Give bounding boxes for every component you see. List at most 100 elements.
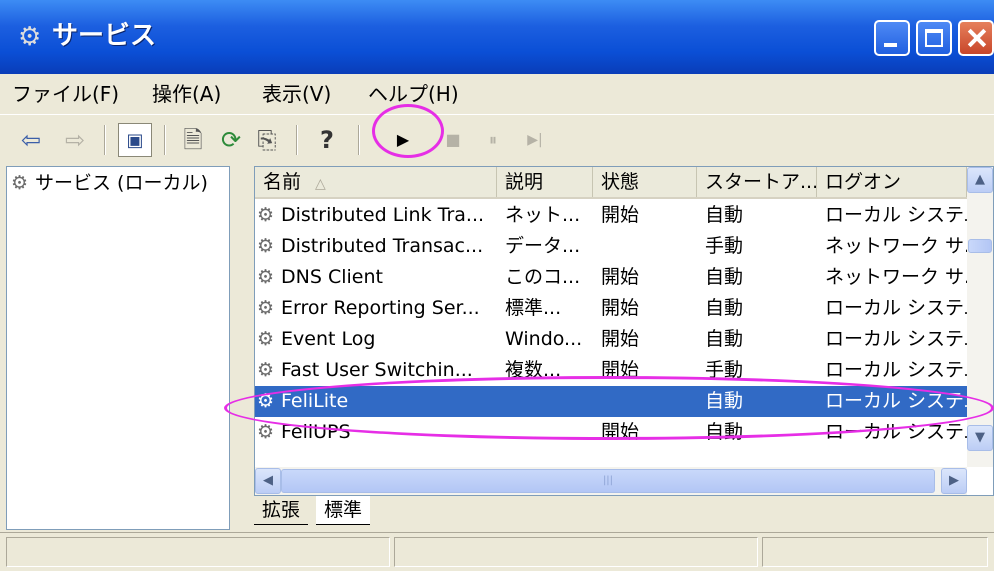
service-name: Distributed Link Tra... [281, 204, 485, 226]
service-row[interactable]: ⚙ Distributed Link Tra... ネット... 開始 自動 ローカル シ… [255, 200, 967, 231]
tree-item-label: サービス (ローカル) [35, 172, 208, 194]
service-startup-cell: 自動 [705, 421, 744, 443]
horizontal-scroll-thumb[interactable]: ||| [281, 469, 935, 493]
service-name: FeliLite [281, 390, 349, 412]
status-bar [0, 532, 994, 571]
services-window: ⚙ サービス ファイル(F) 操作(A) 表示(V) ヘルプ(H) ⇦ ⇨ ▣ … [0, 0, 994, 571]
service-row[interactable]: ⚙ FeliUPS 開始 自動 ローカル システム [255, 417, 967, 448]
column-header-startup-type[interactable]: スタートア... [697, 167, 817, 197]
horizontal-scrollbar[interactable]: ◀ ||| ▶ [255, 467, 967, 495]
service-name-cell: ⚙ FeliUPS [255, 417, 497, 448]
tab-standard[interactable]: 標準 [316, 496, 371, 525]
service-gear-icon: ⚙ [257, 235, 275, 257]
menu-view[interactable]: 表示(V) [262, 82, 331, 106]
vertical-scroll-thumb[interactable] [968, 239, 992, 253]
service-name-cell: ⚙ DNS Client [255, 262, 497, 293]
service-logon-cell: ネットワーク サ... [825, 266, 967, 288]
service-status-cell: 開始 [601, 266, 640, 288]
services-list: 名前 △ 説明 状態 スタートア... ログオン ⚙ Distributed Lin… [254, 166, 994, 496]
toolbar-separator [358, 125, 360, 155]
start-service-icon[interactable]: ▶ [386, 123, 420, 157]
menu-file[interactable]: ファイル(F) [12, 82, 119, 106]
services-gear-icon: ⚙ [18, 22, 42, 52]
service-status-cell: 開始 [601, 328, 640, 350]
service-status-cell: 開始 [601, 204, 640, 226]
menu-bar: ファイル(F) 操作(A) 表示(V) ヘルプ(H) [0, 74, 994, 114]
tab-extended[interactable]: 拡張 [254, 496, 309, 525]
service-name: FeliUPS [281, 421, 351, 443]
service-gear-icon: ⚙ [257, 204, 275, 226]
service-startup-cell: 手動 [705, 235, 744, 257]
list-header: 名前 △ 説明 状態 スタートア... ログオン [255, 167, 993, 199]
service-name-cell: ⚙ Fast User Switchin... [255, 355, 497, 386]
menu-action[interactable]: 操作(A) [152, 82, 221, 106]
column-header-description[interactable]: 説明 [497, 167, 593, 197]
title-bar[interactable]: ⚙ サービス [0, 0, 994, 74]
service-row[interactable]: ⚙ Fast User Switchin... 複数... 開始 手動 ローカル システム [255, 355, 967, 386]
service-startup-cell: 自動 [705, 328, 744, 350]
service-name-cell: ⚙ Error Reporting Ser... [255, 293, 497, 324]
column-header-status[interactable]: 状態 [593, 167, 697, 197]
service-row[interactable]: ⚙ Distributed Transac... データ... 手動 ネットワーク サ.… [255, 231, 967, 262]
service-logon-cell: ローカル システム [825, 328, 967, 350]
service-desc-cell: 複数... [505, 359, 562, 381]
service-row[interactable]: ⚙ Event Log Windo... 開始 自動 ローカル システム [255, 324, 967, 355]
service-desc-cell: データ... [505, 235, 581, 257]
stop-service-icon[interactable]: ■ [436, 123, 470, 157]
service-name-cell: ⚙ Distributed Transac... [255, 231, 497, 262]
service-name: Fast User Switchin... [281, 359, 473, 381]
back-arrow-icon[interactable]: ⇦ [14, 123, 48, 157]
toolbar-separator [296, 125, 298, 155]
menu-help[interactable]: ヘルプ(H) [368, 82, 459, 106]
service-name: DNS Client [281, 266, 383, 288]
restart-service-icon[interactable]: ▶| [518, 123, 552, 157]
tree-pane: ⚙ サービス (ローカル) [6, 166, 230, 530]
service-logon-cell: ネットワーク サ... [825, 235, 967, 257]
view-tabs: 拡張 標準 [254, 496, 654, 526]
sort-ascending-icon: △ [315, 176, 326, 192]
service-status-cell: 開始 [601, 359, 640, 381]
scroll-down-icon[interactable]: ▼ [967, 425, 993, 451]
toolbar: ⇦ ⇨ ▣ 🗎 ⟳ ⎘ ? ▶ ■ ⏸ ▶| [0, 114, 994, 164]
service-desc-cell: このコ... [505, 266, 581, 288]
toolbar-separator [164, 125, 166, 155]
service-name: Error Reporting Ser... [281, 297, 480, 319]
service-row[interactable]: ⚙ DNS Client このコ... 開始 自動 ネットワーク サ... [255, 262, 967, 293]
service-gear-icon: ⚙ [257, 390, 275, 412]
scroll-up-icon[interactable]: ▲ [967, 167, 993, 193]
close-button[interactable] [958, 20, 994, 56]
service-row[interactable]: ⚙ Error Reporting Ser... 標準... 開始 自動 ローカル システ… [255, 293, 967, 324]
minimize-button[interactable] [874, 20, 910, 56]
service-logon-cell: ローカル システム [825, 421, 967, 443]
export-list-icon[interactable]: ⎘ [250, 123, 284, 157]
service-name: Distributed Transac... [281, 235, 484, 257]
service-startup-cell: 自動 [705, 297, 744, 319]
service-startup-cell: 自動 [705, 266, 744, 288]
status-pane [6, 537, 390, 567]
status-pane [762, 537, 988, 567]
service-desc-cell: 標準... [505, 297, 562, 319]
scroll-left-icon[interactable]: ◀ [255, 468, 281, 494]
service-startup-cell: 手動 [705, 359, 744, 381]
service-startup-cell: 自動 [705, 390, 744, 412]
service-logon-cell: ローカル システム [825, 297, 967, 319]
service-logon-cell: ローカル システム [825, 204, 967, 226]
tree-item-services-local[interactable]: ⚙ サービス (ローカル) [11, 171, 208, 195]
service-row[interactable]: ⚙ FeliLite 自動 ローカル システム [255, 386, 967, 417]
forward-arrow-icon[interactable]: ⇨ [58, 123, 92, 157]
show-hide-tree-icon[interactable]: ▣ [118, 123, 152, 157]
toolbar-separator [104, 125, 106, 155]
service-startup-cell: 自動 [705, 204, 744, 226]
window-title: サービス [52, 21, 157, 51]
scroll-right-icon[interactable]: ▶ [941, 468, 967, 494]
refresh-icon[interactable]: ⟳ [214, 123, 248, 157]
properties-icon[interactable]: 🗎 [176, 123, 210, 157]
pause-service-icon[interactable]: ⏸ [476, 123, 510, 157]
column-header-name[interactable]: 名前 △ [255, 167, 497, 197]
service-logon-cell: ローカル システム [825, 359, 967, 381]
maximize-button[interactable] [916, 20, 952, 56]
vertical-scrollbar[interactable]: ▲ ▼ [967, 167, 993, 467]
service-gear-icon: ⚙ [257, 421, 275, 443]
column-header-logon[interactable]: ログオン [817, 167, 967, 197]
help-icon[interactable]: ? [310, 123, 344, 157]
